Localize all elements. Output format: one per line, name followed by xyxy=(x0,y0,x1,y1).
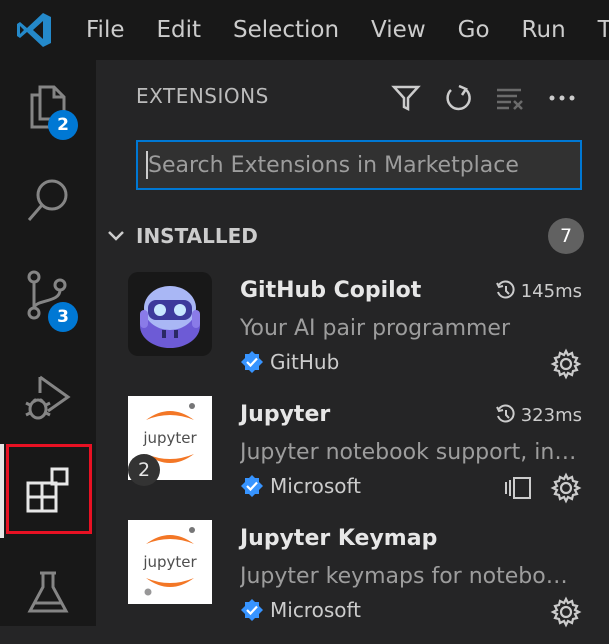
menu-file[interactable]: File xyxy=(86,17,125,43)
extension-item-jupyter-keymap[interactable]: jupyter Jupyter Keymap Jupyter keymaps f… xyxy=(96,520,609,644)
activation-time: 145ms xyxy=(495,280,582,302)
menu-selection[interactable]: Selection xyxy=(233,17,339,43)
extensions-sidebar: EXTENSIONS INSTALLED 7 xyxy=(96,60,609,628)
activation-time-value: 323ms xyxy=(520,404,582,426)
publisher-name: Microsoft xyxy=(270,598,362,622)
gear-icon[interactable] xyxy=(550,472,582,504)
extension-item-github-copilot[interactable]: GitHub Copilot 145ms Your AI pair progra… xyxy=(96,272,609,396)
jupyter-icon: jupyter xyxy=(128,520,212,604)
section-title: INSTALLED xyxy=(136,224,258,248)
search-input[interactable] xyxy=(148,152,568,178)
refresh-button[interactable] xyxy=(440,80,476,116)
extension-publisher: Microsoft xyxy=(240,598,361,622)
menu-bar: File Edit Selection View Go Run T xyxy=(0,0,609,60)
refresh-icon xyxy=(446,84,471,111)
filter-button[interactable] xyxy=(388,80,424,116)
menu-terminal[interactable]: T xyxy=(598,17,609,43)
vscode-logo-icon xyxy=(17,13,51,47)
search-box xyxy=(136,140,582,190)
extensions-highlight-box xyxy=(6,444,92,534)
run-debug-icon xyxy=(25,375,71,420)
more-icon xyxy=(549,95,575,101)
menu-view[interactable]: View xyxy=(371,17,426,43)
extension-description: Your AI pair programmer xyxy=(240,316,511,341)
gear-icon[interactable] xyxy=(550,348,582,380)
installed-section-header[interactable]: INSTALLED 7 xyxy=(96,218,609,254)
more-actions-button[interactable] xyxy=(544,80,580,116)
activation-time-value: 145ms xyxy=(520,280,582,302)
verified-icon xyxy=(241,351,263,373)
publisher-name: GitHub xyxy=(270,350,340,374)
copilot-icon xyxy=(128,272,212,356)
menu-go[interactable]: Go xyxy=(458,17,490,43)
extension-publisher: Microsoft xyxy=(240,474,361,498)
verified-icon xyxy=(241,599,263,621)
menu-items: File Edit Selection View Go Run T xyxy=(86,0,609,60)
extension-publisher: GitHub xyxy=(240,350,339,374)
extension-count-badge: 2 xyxy=(128,454,160,486)
menu-edit[interactable]: Edit xyxy=(157,17,202,43)
activity-source-control[interactable]: 3 xyxy=(0,248,96,342)
activity-run-debug[interactable] xyxy=(0,350,96,444)
activity-search[interactable] xyxy=(0,154,96,248)
installed-count-badge: 7 xyxy=(548,218,584,254)
clear-all-icon xyxy=(497,88,523,110)
clear-search-button[interactable] xyxy=(492,80,528,116)
extension-name: Jupyter xyxy=(240,402,331,427)
sidebar-title: EXTENSIONS xyxy=(136,84,269,108)
source-control-badge: 3 xyxy=(48,302,78,332)
activity-bar: 2 3 xyxy=(0,60,96,626)
chevron-down-icon xyxy=(108,231,124,241)
filter-icon xyxy=(391,85,421,112)
extension-name: Jupyter Keymap xyxy=(240,526,438,551)
gear-icon[interactable] xyxy=(550,596,582,628)
verified-icon xyxy=(241,475,263,497)
svg-text:jupyter: jupyter xyxy=(142,553,197,571)
extension-item-jupyter[interactable]: jupyter 2 Jupyter 323ms Jupyter notebook… xyxy=(96,396,609,520)
history-icon xyxy=(495,404,515,423)
extension-name: GitHub Copilot xyxy=(240,278,422,303)
activity-explorer[interactable]: 2 xyxy=(0,60,96,154)
extension-description: Jupyter notebook support, interactive pr… xyxy=(240,440,580,465)
extension-description: Jupyter keymaps for notebooks xyxy=(240,564,580,589)
history-icon xyxy=(495,280,515,299)
extension-pack-icon[interactable] xyxy=(503,474,533,502)
menu-run[interactable]: Run xyxy=(522,17,566,43)
svg-text:jupyter: jupyter xyxy=(142,429,197,447)
flask-icon xyxy=(27,571,69,613)
activation-time: 323ms xyxy=(495,404,582,426)
explorer-badge: 2 xyxy=(48,110,78,140)
publisher-name: Microsoft xyxy=(270,474,362,498)
search-icon xyxy=(27,179,68,221)
